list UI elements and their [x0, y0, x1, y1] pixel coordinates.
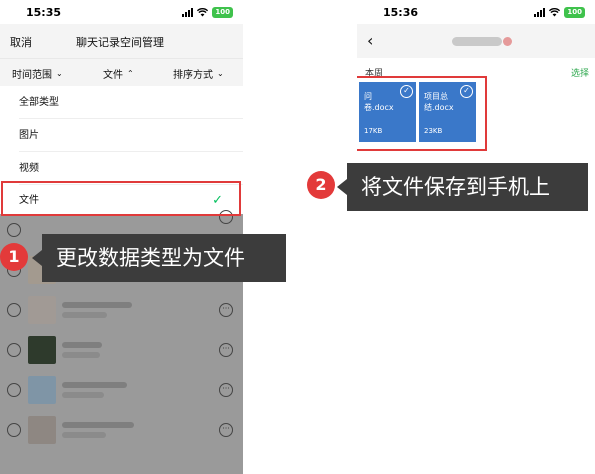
highlight-box-file-option: [1, 181, 241, 216]
chevron-down-icon: ⌄: [217, 69, 224, 78]
select-button[interactable]: 选择: [571, 66, 589, 79]
chat-header: ‹: [357, 24, 595, 58]
step-badge-2: 2: [307, 171, 335, 199]
radio-icon[interactable]: [7, 343, 21, 357]
menu-item-images[interactable]: 图片: [0, 119, 243, 152]
step-badge-1: 1: [0, 243, 28, 271]
chat-title-blurred: [452, 37, 502, 46]
radio-icon[interactable]: [7, 383, 21, 397]
list-item: ···: [0, 294, 243, 326]
filter-file-type[interactable]: 文件 ⌃: [103, 66, 134, 81]
status-bar: 15:35 100: [0, 0, 243, 24]
chevron-down-icon: ⌄: [56, 69, 63, 78]
back-icon[interactable]: ‹: [367, 31, 373, 50]
page-title: 聊天记录空间管理: [76, 36, 164, 49]
list-item: ···: [0, 334, 243, 366]
cancel-button[interactable]: 取消: [10, 34, 32, 50]
status-time: 15:36: [383, 6, 419, 19]
more-icon[interactable]: ···: [219, 303, 233, 317]
filter-bar: 时间范围 ⌄ 文件 ⌃ 排序方式 ⌄: [0, 58, 243, 86]
status-time: 15:35: [26, 6, 62, 19]
file-thumbnail: [28, 416, 56, 444]
menu-item-all-types[interactable]: 全部类型: [0, 86, 243, 119]
wifi-icon: [549, 8, 561, 17]
avatar: [503, 37, 512, 46]
filter-sort-order[interactable]: 排序方式 ⌄: [173, 66, 224, 81]
file-thumbnail: [28, 296, 56, 324]
radio-icon[interactable]: [7, 423, 21, 437]
battery-indicator: 100: [564, 7, 585, 18]
more-icon[interactable]: ···: [219, 343, 233, 357]
signal-icon: [534, 8, 546, 17]
wifi-icon: [197, 8, 209, 17]
signal-icon: [182, 8, 194, 17]
more-icon[interactable]: ···: [219, 423, 233, 437]
right-phone-screen: 15:36 100 ‹ 本周 选择 问卷.docx ✓ 17KB 项目总结.do…: [357, 0, 595, 474]
radio-icon[interactable]: [7, 303, 21, 317]
callout-step-2: 将文件保存到手机上: [337, 163, 588, 211]
highlight-box-files: [357, 76, 487, 151]
filter-time-range[interactable]: 时间范围 ⌄: [12, 66, 63, 81]
more-icon[interactable]: ···: [219, 383, 233, 397]
callout-step-1: 更改数据类型为文件: [32, 234, 286, 282]
status-bar: 15:36 100: [357, 0, 595, 24]
file-thumbnail: [28, 376, 56, 404]
list-item: ···: [0, 414, 243, 446]
battery-indicator: 100: [212, 7, 233, 18]
radio-icon[interactable]: [7, 223, 21, 237]
list-item: ···: [0, 374, 243, 406]
page-header: 取消 聊天记录空间管理: [0, 24, 243, 58]
chevron-up-icon: ⌃: [127, 69, 134, 78]
file-thumbnail: [28, 336, 56, 364]
